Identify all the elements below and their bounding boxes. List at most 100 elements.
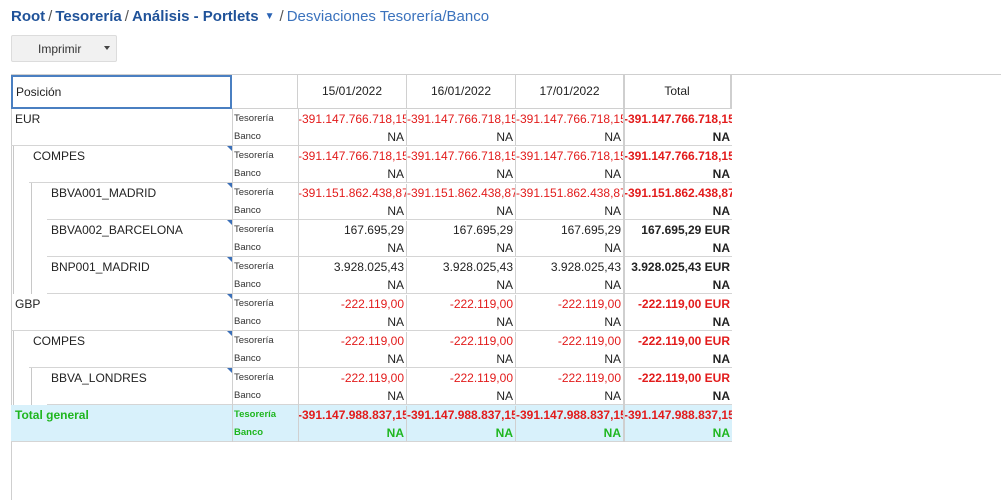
tree-indent-line [31,183,32,220]
value-cell-banco[interactable]: NA [516,128,624,146]
value-cell-banco[interactable]: NA [624,313,732,331]
type-label-tesoreria: Tesorería [234,261,274,272]
value-cell-tesoreria[interactable]: 3.928.025,43 EUR [624,258,732,276]
value-cell-banco[interactable]: NA [407,128,516,146]
value-cell-banco[interactable]: NA [624,239,732,257]
value-cell-tesoreria[interactable]: 167.695,29 [298,221,407,239]
breadcrumb-separator: / [124,8,129,25]
value-cell-tesoreria[interactable]: -391.147.766.718,15 [624,110,732,128]
column-header-date-2[interactable]: 16/01/2022 [407,74,516,109]
row-label[interactable]: COMPES [33,331,232,368]
value-cell-banco[interactable]: NA [624,202,732,220]
value-cell-tesoreria[interactable]: -222.119,00 [298,332,407,350]
value-cell-tesoreria[interactable]: 167.695,29 EUR [624,221,732,239]
value-cell-banco[interactable]: NA [407,202,516,220]
value-cell-tesoreria[interactable]: -391.147.988.837,15 [298,406,407,424]
value-cell-banco[interactable]: NA [298,128,407,146]
value-cell-tesoreria[interactable]: 167.695,29 [407,221,516,239]
value-cell-tesoreria[interactable]: -222.119,00 EUR [624,332,732,350]
value-cell-banco[interactable]: NA [624,128,732,146]
value-cell-tesoreria[interactable]: 167.695,29 [516,221,624,239]
value-cell-banco[interactable]: NA [624,424,732,442]
value-cell-tesoreria[interactable]: -222.119,00 [298,295,407,313]
total-column-divider [623,74,625,442]
value-cell-tesoreria[interactable]: -391.147.988.837,15 [624,406,732,424]
type-label-tesoreria: Tesorería [234,298,274,309]
value-cell-tesoreria[interactable]: -391.147.766.718,15 [407,110,516,128]
value-cell-tesoreria[interactable]: -391.147.766.718,15 [624,147,732,165]
value-cell-tesoreria[interactable]: -222.119,00 EUR [624,369,732,387]
type-label-banco: Banco [234,168,261,179]
value-cell-banco[interactable]: NA [624,387,732,405]
value-cell-tesoreria[interactable]: -222.119,00 [407,332,516,350]
value-cell-banco[interactable]: NA [298,239,407,257]
value-cell-tesoreria[interactable]: -391.147.766.718,15 [407,147,516,165]
breadcrumb-tesoreria[interactable]: Tesorería [55,8,121,25]
column-header-total[interactable]: Total [624,74,732,109]
value-cell-tesoreria[interactable]: 3.928.025,43 [298,258,407,276]
value-cell-banco[interactable]: NA [407,424,516,442]
value-cell-tesoreria[interactable]: -391.151.862.438,87 [624,184,732,202]
column-header-date-3[interactable]: 17/01/2022 [516,74,624,109]
value-cell-tesoreria[interactable]: 3.928.025,43 [516,258,624,276]
value-cell-banco[interactable]: NA [407,239,516,257]
value-cell-banco[interactable]: NA [407,165,516,183]
value-cell-banco[interactable]: NA [516,165,624,183]
row-label[interactable]: BBVA_LONDRES [51,368,232,405]
value-cell-tesoreria[interactable]: -222.119,00 [407,369,516,387]
value-cell-banco[interactable]: NA [516,276,624,294]
value-cell-tesoreria[interactable]: -391.151.862.438,87 [407,184,516,202]
value-cell-tesoreria[interactable]: -222.119,00 [298,369,407,387]
value-cell-tesoreria[interactable]: -391.147.988.837,15 [516,406,624,424]
value-cell-tesoreria[interactable]: -391.147.766.718,15 [298,110,407,128]
breadcrumb-root[interactable]: Root [11,8,45,25]
value-cell-banco[interactable]: NA [516,202,624,220]
value-cell-banco[interactable]: NA [298,276,407,294]
value-cell-tesoreria[interactable]: -222.119,00 [407,295,516,313]
row-label[interactable]: BBVA001_MADRID [51,183,232,220]
row-label[interactable]: BNP001_MADRID [51,257,232,294]
row-label[interactable]: BBVA002_BARCELONA [51,220,232,257]
value-cell-tesoreria[interactable]: -391.147.766.718,15 [516,147,624,165]
breadcrumb-analisis-portlets[interactable]: Análisis - Portlets [132,8,259,25]
caret-down-icon[interactable] [104,46,110,50]
value-cell-banco[interactable]: NA [624,276,732,294]
value-cell-banco[interactable]: NA [298,387,407,405]
value-cell-banco[interactable]: NA [298,165,407,183]
row-label[interactable]: EUR [15,109,232,146]
value-cell-tesoreria[interactable]: -222.119,00 [516,295,624,313]
value-cell-banco[interactable]: NA [407,387,516,405]
value-cell-banco[interactable]: NA [298,202,407,220]
value-cell-banco[interactable]: NA [298,424,407,442]
value-cell-banco[interactable]: NA [407,276,516,294]
chevron-down-icon[interactable]: ▼ [265,11,275,22]
row-label[interactable]: COMPES [33,146,232,183]
value-cell-banco[interactable]: NA [516,350,624,368]
value-cell-tesoreria[interactable]: -391.151.862.438,87 [516,184,624,202]
value-cell-banco[interactable]: NA [624,165,732,183]
total-row-label[interactable]: Total general [15,405,232,442]
value-cell-tesoreria[interactable]: -222.119,00 [516,369,624,387]
column-header-date-1[interactable]: 15/01/2022 [298,74,407,109]
value-cell-tesoreria[interactable]: -391.151.862.438,87 [298,184,407,202]
row-label[interactable]: GBP [15,294,232,331]
print-button[interactable]: Imprimir [11,35,117,62]
value-cell-tesoreria[interactable]: -391.147.766.718,15 [298,147,407,165]
value-cell-banco[interactable]: NA [516,239,624,257]
value-cell-tesoreria[interactable]: -391.147.766.718,15 [516,110,624,128]
value-cell-banco[interactable]: NA [407,313,516,331]
value-cell-banco[interactable]: NA [516,387,624,405]
value-cell-tesoreria[interactable]: -391.147.988.837,15 [407,406,516,424]
value-cell-banco[interactable]: NA [516,424,624,442]
value-cell-banco[interactable]: NA [516,313,624,331]
value-cell-banco[interactable]: NA [298,313,407,331]
position-header[interactable]: Posición [11,75,232,109]
value-cell-tesoreria[interactable]: -222.119,00 [516,332,624,350]
value-cell-banco[interactable]: NA [407,350,516,368]
type-label-banco: Banco [234,427,264,438]
value-cell-banco[interactable]: NA [298,350,407,368]
tree-indent-line [31,368,32,405]
value-cell-tesoreria[interactable]: 3.928.025,43 [407,258,516,276]
value-cell-banco[interactable]: NA [624,350,732,368]
value-cell-tesoreria[interactable]: -222.119,00 EUR [624,295,732,313]
